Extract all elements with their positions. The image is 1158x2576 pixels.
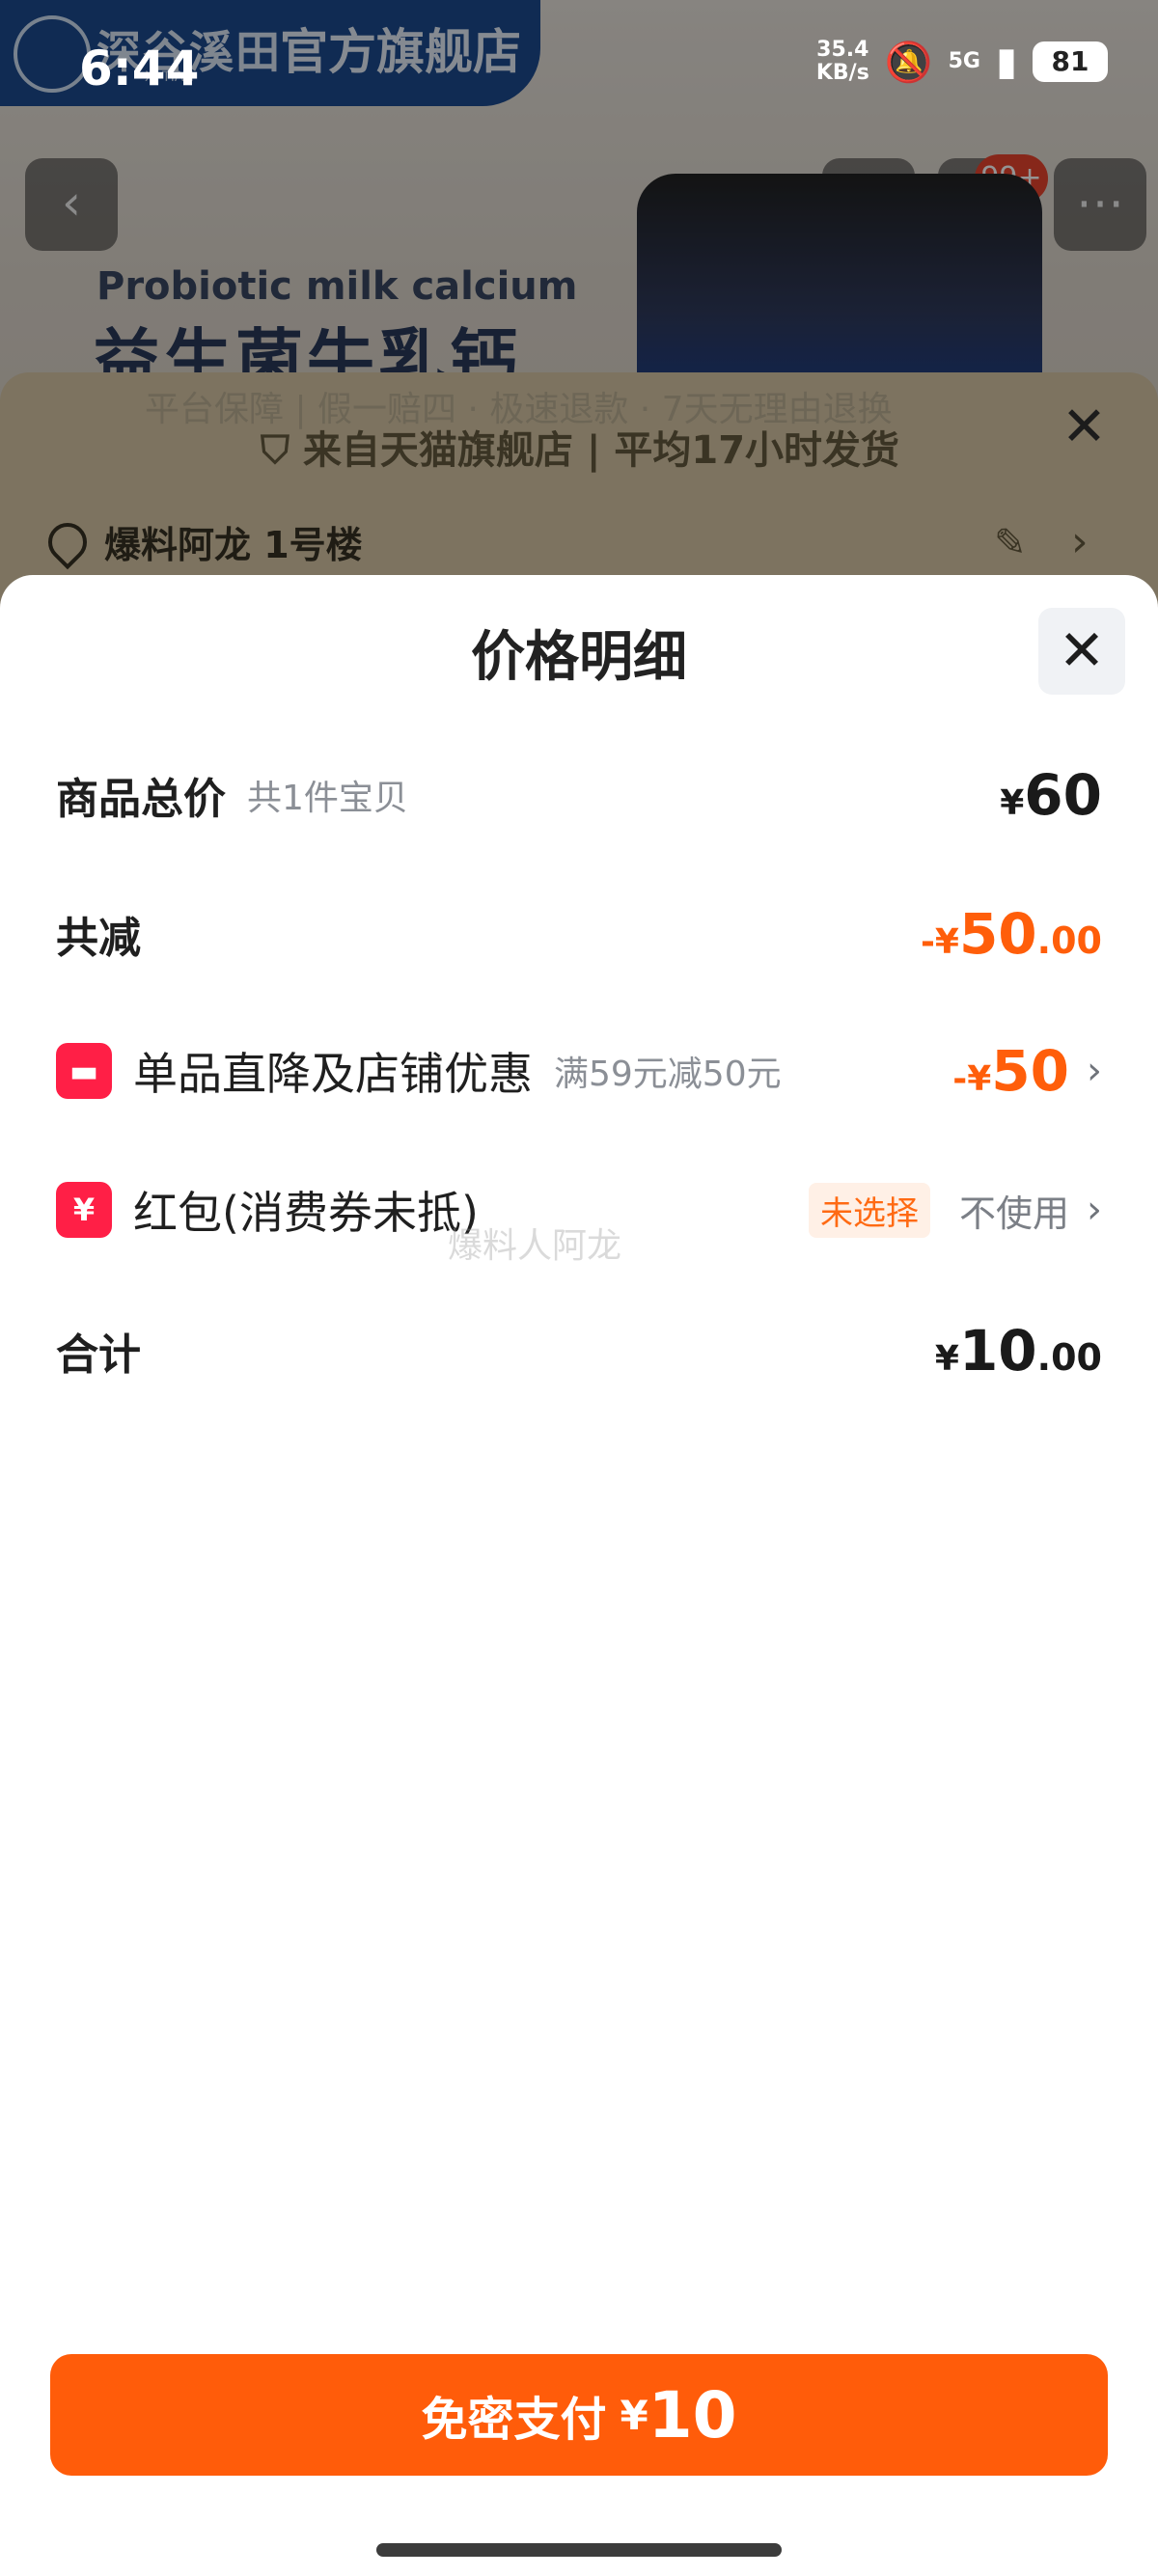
pay-button-yen: ¥	[620, 2391, 648, 2439]
address-row[interactable]: 爆料阿龙 1号楼	[40, 514, 363, 569]
mute-icon: 🔕	[884, 40, 933, 85]
shop-icon: ▬	[56, 1043, 112, 1099]
unselected-tag: 未选择	[808, 1182, 930, 1238]
total-discount-label: 共减	[56, 914, 141, 963]
red-packet-status: 未选择 不使用	[808, 1182, 1069, 1238]
order-sheet-close-icon[interactable]: ✕	[1062, 396, 1107, 458]
red-packet-label: 红包(消费券未抵)	[133, 1187, 479, 1239]
not-use-label: 不使用	[958, 1192, 1069, 1235]
total-discount-price: -¥ 50 .00	[920, 901, 1102, 967]
total-label: 合计	[56, 1330, 141, 1380]
item-count: 共1件宝贝	[247, 779, 408, 818]
battery-icon: 81	[1033, 41, 1108, 82]
watermark: 爆料人阿龙	[448, 1226, 622, 1266]
address-chevron-icon[interactable]: ›	[1071, 517, 1089, 566]
network-speed: 35.4 KB/s	[815, 38, 869, 85]
subtotal-price: ¥ 60	[1000, 762, 1102, 828]
total-price: ¥ 10 .00	[934, 1318, 1102, 1384]
pay-button-amount: 10	[648, 2377, 737, 2453]
shop-discount-price: -¥ 50	[952, 1038, 1069, 1104]
chevron-right-icon: ›	[1087, 1049, 1102, 1093]
shop-discount-rule: 满59元减50元	[554, 1055, 782, 1094]
total-discount-row: 共减 -¥ 50 .00	[56, 895, 1102, 973]
price-detail-sheet: 价格明细 ✕ 商品总价 共1件宝贝 ¥ 60 共减 -¥ 50 .00 ▬ 单品…	[0, 575, 1158, 2576]
location-pin-icon	[40, 514, 96, 569]
status-time: 6:44	[79, 41, 200, 96]
chevron-right-icon: ›	[1087, 1188, 1102, 1232]
subtotal-label: 商品总价	[56, 775, 226, 824]
home-indicator[interactable]	[376, 2543, 782, 2557]
signal-icon: ▮	[995, 40, 1017, 84]
subtotal-row: 商品总价 共1件宝贝 ¥ 60	[56, 756, 1102, 834]
shop-discount-label: 单品直降及店铺优惠	[133, 1048, 533, 1100]
total-row: 合计 ¥ 10 .00	[56, 1312, 1102, 1389]
close-icon[interactable]: ✕	[1038, 608, 1125, 695]
source-line: ⛉ 来自天猫旗舰店 | 平均17小时发货	[261, 428, 900, 473]
shop-discount-row[interactable]: ▬ 单品直降及店铺优惠 满59元减50元 -¥ 50 ›	[56, 1032, 1102, 1110]
sheet-title: 价格明细	[471, 626, 687, 689]
password-free-pay-button[interactable]: 免密支付 ¥ 10	[50, 2354, 1108, 2476]
status-icons: 35.4 KB/s 🔕 5G ▮ 81	[816, 39, 1108, 85]
address-text: 爆料阿龙 1号楼	[104, 524, 363, 566]
red-packet-icon: ¥	[56, 1182, 112, 1238]
edit-icon[interactable]: ✎	[994, 521, 1027, 565]
shield-icon: ⛉	[261, 428, 303, 473]
pay-button-label: 免密支付	[421, 2393, 607, 2447]
network-type: 5G	[948, 49, 980, 73]
